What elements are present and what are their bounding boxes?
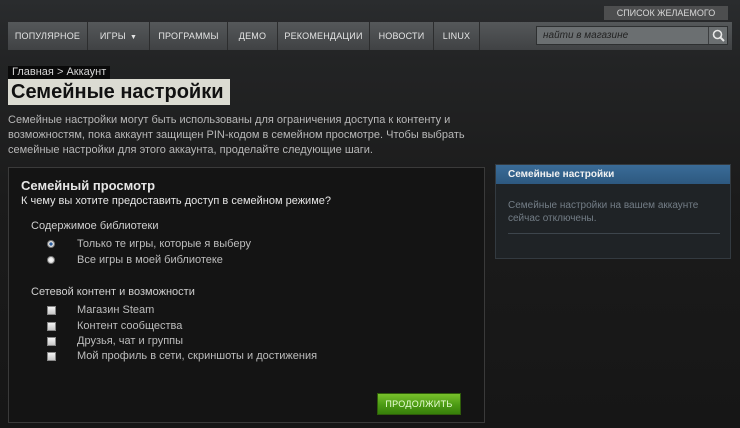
page-title: Семейные настройки — [8, 79, 230, 105]
radio-label: Все игры в моей библиотеке — [77, 254, 223, 266]
nav-recommendations[interactable]: РЕКОМЕНДАЦИИ — [278, 22, 370, 50]
chevron-down-icon: ▼ — [129, 34, 138, 41]
panel-title: Семейный просмотр — [21, 178, 156, 193]
checkbox-label: Мой профиль в сети, скриншоты и достижен… — [77, 350, 318, 362]
checkbox-option-friends[interactable]: Друзья, чат и группы — [47, 334, 183, 348]
panel-question: К чему вы хотите предоставить доступ в с… — [21, 195, 331, 207]
checkbox[interactable] — [47, 351, 56, 361]
family-view-panel: Семейный просмотр К чему вы хотите предо… — [8, 167, 485, 423]
radio-option-selected-games[interactable]: Только те игры, которые я выберу — [47, 237, 251, 251]
checkbox-label: Друзья, чат и группы — [77, 335, 184, 347]
checkbox-option-community[interactable]: Контент сообщества — [47, 319, 182, 333]
checkbox[interactable] — [47, 305, 56, 315]
nav-games[interactable]: ИГРЫ ▼ — [88, 22, 150, 50]
wishlist-button[interactable]: СПИСОК ЖЕЛАЕМОГО — [604, 6, 728, 20]
search-icon — [712, 29, 725, 42]
radio-option-all-games[interactable]: Все игры в моей библиотеке — [47, 253, 223, 267]
radio-label: Только те игры, которые я выберу — [77, 238, 251, 250]
search-box — [536, 26, 728, 45]
search-input[interactable] — [537, 27, 707, 44]
breadcrumb-account[interactable]: Аккаунт — [66, 66, 106, 78]
checkbox[interactable] — [47, 336, 56, 346]
nav-demos[interactable]: ДЕМО — [228, 22, 278, 50]
checkbox-option-profile[interactable]: Мой профиль в сети, скриншоты и достижен… — [47, 349, 317, 363]
library-section-label: Содержимое библиотеки — [31, 220, 159, 232]
online-section-label: Сетевой контент и возможности — [31, 286, 195, 298]
breadcrumb-home[interactable]: Главная — [12, 66, 54, 78]
checkbox[interactable] — [47, 321, 56, 331]
breadcrumb: Главная > Аккаунт — [8, 66, 111, 79]
radio-button[interactable] — [47, 240, 55, 248]
search-button[interactable] — [708, 27, 727, 44]
sidebar-status-text: Семейные настройки на вашем аккаунте сей… — [508, 200, 699, 224]
nav-linux[interactable]: LINUX — [434, 22, 480, 50]
family-settings-sidebar: Семейные настройки Семейные настройки на… — [495, 164, 731, 259]
continue-button[interactable]: ПРОДОЛЖИТЬ — [377, 393, 461, 415]
sidebar-title: Семейные настройки — [496, 165, 730, 184]
checkbox-label: Контент сообщества — [77, 320, 183, 332]
checkbox-label: Магазин Steam — [77, 304, 155, 316]
nav-news[interactable]: НОВОСТИ — [370, 22, 434, 50]
sidebar-divider — [508, 233, 720, 234]
breadcrumb-separator: > — [56, 66, 64, 78]
intro-text: Семейные настройки могут быть использова… — [8, 114, 465, 156]
radio-button[interactable] — [47, 256, 55, 264]
nav-popular[interactable]: ПОПУЛЯРНОЕ — [8, 22, 88, 50]
nav-software[interactable]: ПРОГРАММЫ — [150, 22, 228, 50]
nav-games-label: ИГРЫ — [99, 31, 126, 41]
checkbox-option-store[interactable]: Магазин Steam — [47, 303, 154, 317]
